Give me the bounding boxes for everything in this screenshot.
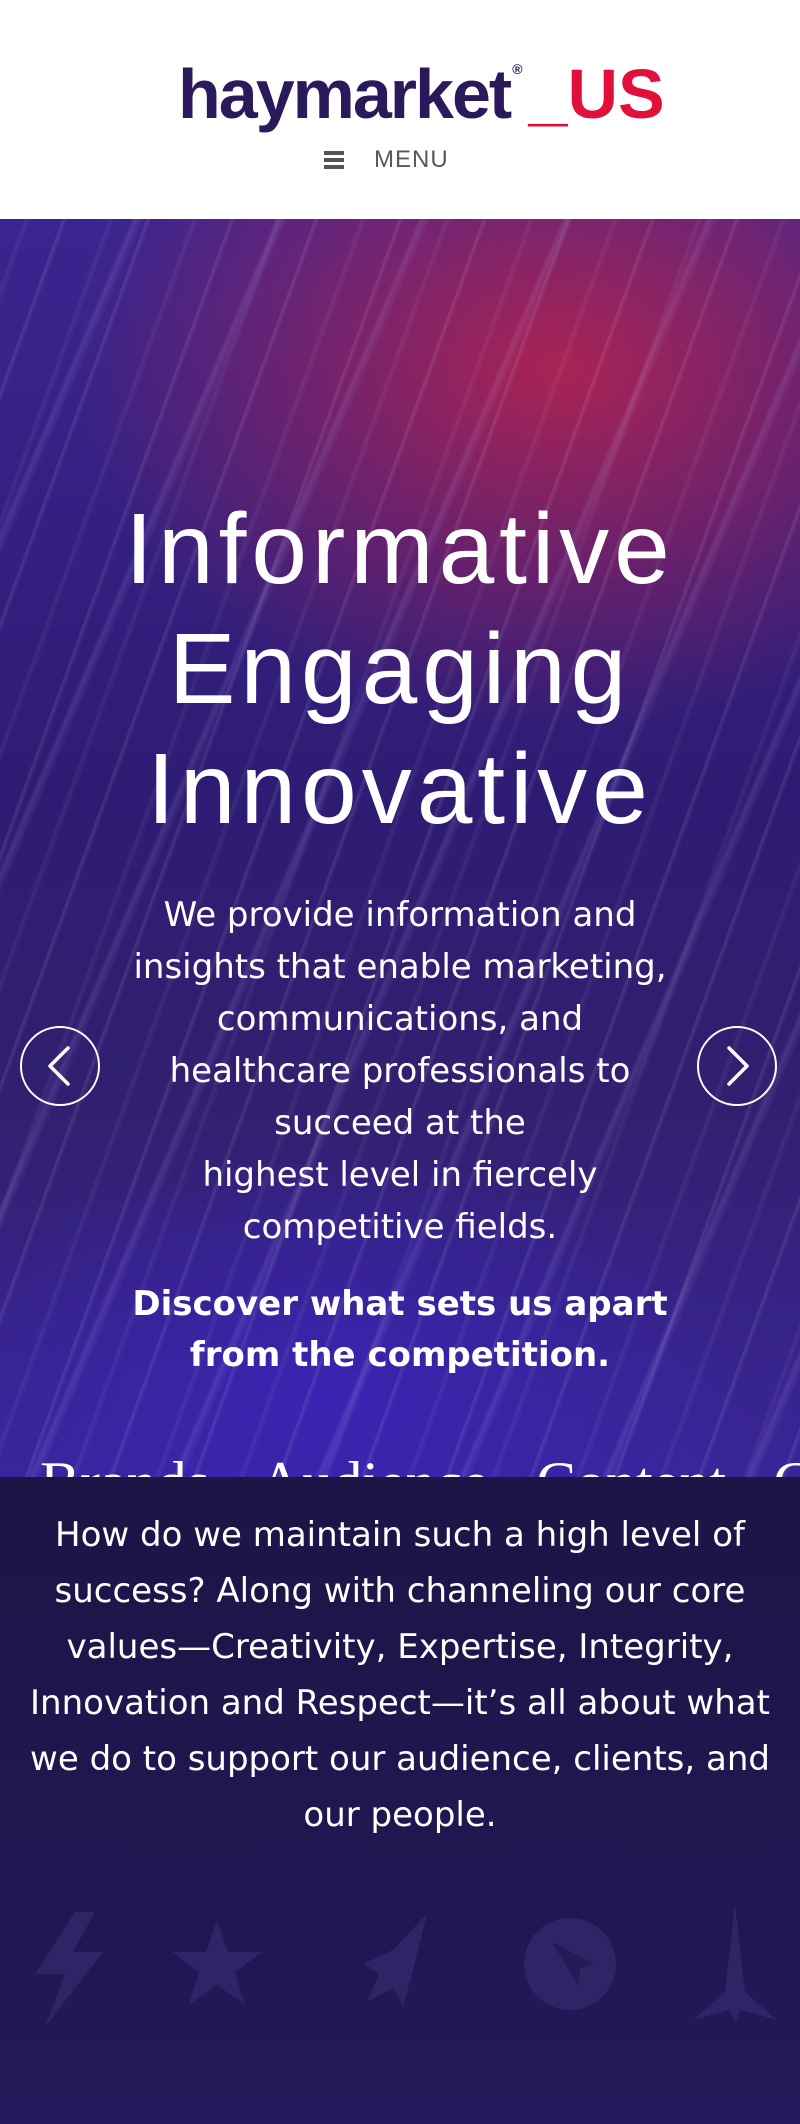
- tab-audience[interactable]: Audience: [259, 1441, 489, 1477]
- tower-icon: [685, 1902, 785, 2032]
- carousel-prev-button[interactable]: [20, 1026, 100, 1106]
- hero-word-informative: Informative: [125, 493, 675, 605]
- rocket-icon: [345, 1902, 445, 2032]
- hero-description-line: We provide information and: [163, 895, 637, 935]
- values-section: How do we maintain such a high level of …: [0, 1477, 800, 2124]
- hero-description-line: succeed at the: [274, 1103, 526, 1143]
- tab-label: Brands: [40, 1441, 210, 1477]
- site-header: haymarket ® _US MENU: [0, 0, 800, 219]
- chevron-right-icon: [727, 1046, 749, 1086]
- tab-partial[interactable]: C: [773, 1441, 800, 1477]
- chevron-left-icon: [48, 1046, 70, 1086]
- tab-brands[interactable]: Brands: [40, 1441, 210, 1477]
- hero-headline: Informative Engaging Innovative: [0, 489, 800, 849]
- hamburger-icon: [324, 150, 344, 170]
- hero-cta-line: Discover what sets us apart: [132, 1284, 668, 1324]
- haymarket-us-logo[interactable]: haymarket ® _US: [178, 28, 665, 135]
- compass-icon: [520, 1902, 620, 2032]
- hero-description-line: healthcare professionals to: [169, 1051, 631, 1091]
- hero-word-innovative: Innovative: [147, 733, 653, 845]
- tab-content[interactable]: Content: [536, 1441, 726, 1477]
- hero-description-line: competitive fields.: [242, 1207, 558, 1247]
- hero-cta-text: Discover what sets us apart from the com…: [100, 1279, 700, 1381]
- star-icon: [167, 1902, 267, 2032]
- logo-suffix: _US: [528, 55, 665, 133]
- tab-label: Audience: [259, 1441, 489, 1477]
- values-paragraph: How do we maintain such a high level of …: [30, 1515, 770, 1835]
- hero-word-engaging: Engaging: [168, 613, 632, 725]
- menu-button[interactable]: MENU: [324, 142, 449, 178]
- hero-banner: Informative Engaging Innovative We provi…: [0, 219, 800, 1477]
- logo-wordmark: haymarket: [178, 55, 512, 133]
- carousel-next-button[interactable]: [697, 1026, 777, 1106]
- tab-label: C: [773, 1441, 800, 1477]
- hero-description-line: communications, and: [216, 999, 584, 1039]
- section-tabs: Brands Audience Content C: [0, 1441, 800, 1477]
- menu-label: MENU: [374, 146, 449, 173]
- tab-label: Content: [536, 1441, 726, 1477]
- hero-description: We provide information and insights that…: [100, 889, 700, 1253]
- logo-registered-mark: ®: [512, 61, 523, 77]
- hero-description-line: insights that enable marketing,: [133, 947, 667, 987]
- hero-cta-line: from the competition.: [189, 1335, 611, 1375]
- hero-description-line: highest level in fiercely: [202, 1155, 598, 1195]
- lightning-icon: [15, 1902, 115, 2032]
